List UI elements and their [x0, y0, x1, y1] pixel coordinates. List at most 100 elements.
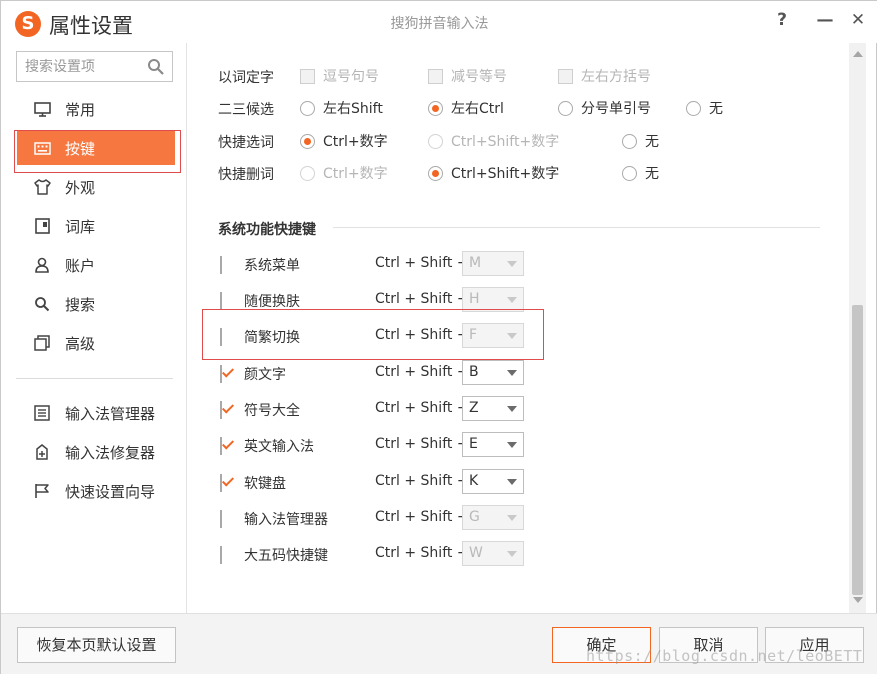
settings-window: S 属性设置 搜狗拼音输入法 ? — ✕ 常用 按键	[0, 0, 877, 674]
title-bar: S 属性设置 搜狗拼音输入法 ? — ✕	[1, 1, 877, 43]
shirt-icon	[33, 178, 51, 196]
sidebar-item-label: 搜索	[65, 295, 96, 314]
quick-delete-option-none[interactable]: 无	[622, 161, 659, 185]
hotkey-row-system-menu: 系统菜单 Ctrl + Shift + M	[218, 251, 538, 277]
sidebar-item-account[interactable]: 账户	[17, 248, 175, 282]
sidebar-tool-ime-manager[interactable]: 输入法管理器	[17, 396, 175, 430]
sidebar-item-label: 常用	[65, 100, 96, 119]
radio[interactable]	[428, 165, 443, 181]
chevron-down-icon	[507, 515, 517, 521]
scroll-up-icon[interactable]	[853, 51, 863, 57]
radio[interactable]	[558, 100, 573, 116]
window-subtitle: 搜狗拼音输入法	[390, 16, 489, 32]
hotkey-key-select[interactable]: K	[462, 469, 524, 494]
search-icon[interactable]	[147, 58, 165, 76]
quick-select-label: 快捷选词	[218, 135, 274, 151]
sidebar-item-common[interactable]: 常用	[17, 92, 175, 126]
word-select-option-minus[interactable]: 减号等号	[428, 64, 507, 88]
hotkey-checkbox[interactable]	[220, 365, 222, 383]
book-icon	[33, 217, 51, 235]
chevron-down-icon	[507, 406, 517, 412]
sidebar-item-label: 外观	[65, 178, 96, 197]
chevron-down-icon	[507, 261, 517, 267]
radio[interactable]	[300, 100, 315, 116]
hotkey-checkbox[interactable]	[220, 401, 222, 419]
sidebar-tool-setup-wizard[interactable]: 快速设置向导	[17, 474, 175, 508]
search-icon	[33, 295, 51, 313]
chevron-down-icon	[507, 551, 517, 557]
sidebar-tool-label: 输入法管理器	[65, 404, 156, 423]
section-divider	[333, 227, 820, 228]
chevron-down-icon	[507, 297, 517, 303]
chevron-down-icon	[507, 370, 517, 376]
second-third-candidate-row: 二三候选 左右Shift 左右Ctrl 分号单引号 无	[218, 96, 838, 120]
hotkey-checkbox[interactable]	[220, 510, 222, 528]
sidebar-tool-ime-repair[interactable]: 输入法修复器	[17, 435, 175, 469]
quick-delete-row: 快捷删词 Ctrl+数字 Ctrl+Shift+数字 无	[218, 161, 838, 185]
scroll-down-icon[interactable]	[853, 597, 863, 603]
content-scrollbar[interactable]	[849, 43, 866, 613]
sidebar-item-label: 账户	[65, 256, 96, 275]
highlight-box-sidebar	[14, 130, 181, 173]
sidebar-item-label: 高级	[65, 334, 96, 353]
radio[interactable]	[300, 165, 315, 181]
radio[interactable]	[428, 100, 443, 116]
help-button[interactable]: ?	[771, 9, 793, 31]
sidebar-tool-label: 输入法修复器	[65, 443, 156, 462]
radio[interactable]	[622, 133, 637, 149]
chevron-down-icon	[507, 479, 517, 485]
checkbox[interactable]	[300, 68, 315, 84]
second-third-option-ctrl[interactable]: 左右Ctrl	[428, 96, 504, 120]
second-third-option-shift[interactable]: 左右Shift	[300, 96, 383, 120]
hotkey-checkbox[interactable]	[220, 256, 222, 274]
second-third-option-none[interactable]: 无	[686, 96, 723, 120]
hotkey-key-select[interactable]: M	[462, 251, 524, 276]
radio[interactable]	[300, 133, 315, 149]
close-button[interactable]: ✕	[847, 9, 869, 31]
sidebar-item-lexicon[interactable]: 词库	[17, 209, 175, 243]
word-select-option-bracket[interactable]: 左右方括号	[558, 64, 651, 88]
hotkey-key-select[interactable]: G	[462, 505, 524, 530]
quick-select-option-ctrl-num[interactable]: Ctrl+数字	[300, 129, 388, 153]
search-input[interactable]	[25, 57, 143, 77]
quick-delete-option-ctrl-num[interactable]: Ctrl+数字	[300, 161, 388, 185]
radio[interactable]	[686, 100, 701, 116]
sidebar-tool-label: 快速设置向导	[65, 482, 156, 501]
settings-search[interactable]	[16, 51, 173, 82]
user-icon	[33, 256, 51, 274]
monitor-icon	[33, 100, 51, 118]
word-select-label: 以词定字	[218, 70, 274, 86]
hotkey-checkbox[interactable]	[220, 437, 222, 455]
sidebar-item-label: 词库	[65, 217, 96, 236]
hotkey-checkbox[interactable]	[220, 292, 222, 310]
quick-select-row: 快捷选词 Ctrl+数字 Ctrl+Shift+数字 无	[218, 129, 838, 153]
checkbox[interactable]	[558, 68, 573, 84]
repair-icon	[33, 443, 51, 461]
sidebar-item-search[interactable]: 搜索	[17, 287, 175, 321]
hotkey-key-select[interactable]: E	[462, 432, 524, 457]
restore-defaults-button[interactable]: 恢复本页默认设置	[17, 627, 176, 663]
section-title: 系统功能快捷键	[218, 222, 316, 238]
word-select-row: 以词定字 逗号句号 减号等号 左右方括号	[218, 64, 838, 88]
hotkey-key-select[interactable]: Z	[462, 396, 524, 421]
sidebar-item-advanced[interactable]: 高级	[17, 326, 175, 360]
hotkey-checkbox[interactable]	[220, 546, 222, 564]
hotkey-key-select[interactable]: B	[462, 360, 524, 385]
quick-select-option-none[interactable]: 无	[622, 129, 659, 153]
checkbox[interactable]	[428, 68, 443, 84]
hotkey-key-select[interactable]: W	[462, 541, 524, 566]
hotkey-checkbox[interactable]	[220, 474, 222, 492]
scroll-thumb[interactable]	[852, 305, 863, 595]
quick-delete-label: 快捷删词	[218, 167, 274, 183]
quick-select-option-ctrl-shift-num[interactable]: Ctrl+Shift+数字	[428, 129, 559, 153]
quick-delete-option-ctrl-shift-num[interactable]: Ctrl+Shift+数字	[428, 161, 559, 185]
hotkey-row-emoticon: 颜文字 Ctrl + Shift + B	[218, 360, 538, 386]
sidebar-item-appearance[interactable]: 外观	[17, 170, 175, 204]
minimize-button[interactable]: —	[814, 9, 836, 31]
radio[interactable]	[428, 133, 443, 149]
second-third-option-semicolon[interactable]: 分号单引号	[558, 96, 651, 120]
flag-icon	[33, 482, 51, 500]
word-select-option-comma[interactable]: 逗号句号	[300, 64, 379, 88]
hotkey-row-big5: 大五码快捷键 Ctrl + Shift + W	[218, 541, 538, 567]
radio[interactable]	[622, 165, 637, 181]
